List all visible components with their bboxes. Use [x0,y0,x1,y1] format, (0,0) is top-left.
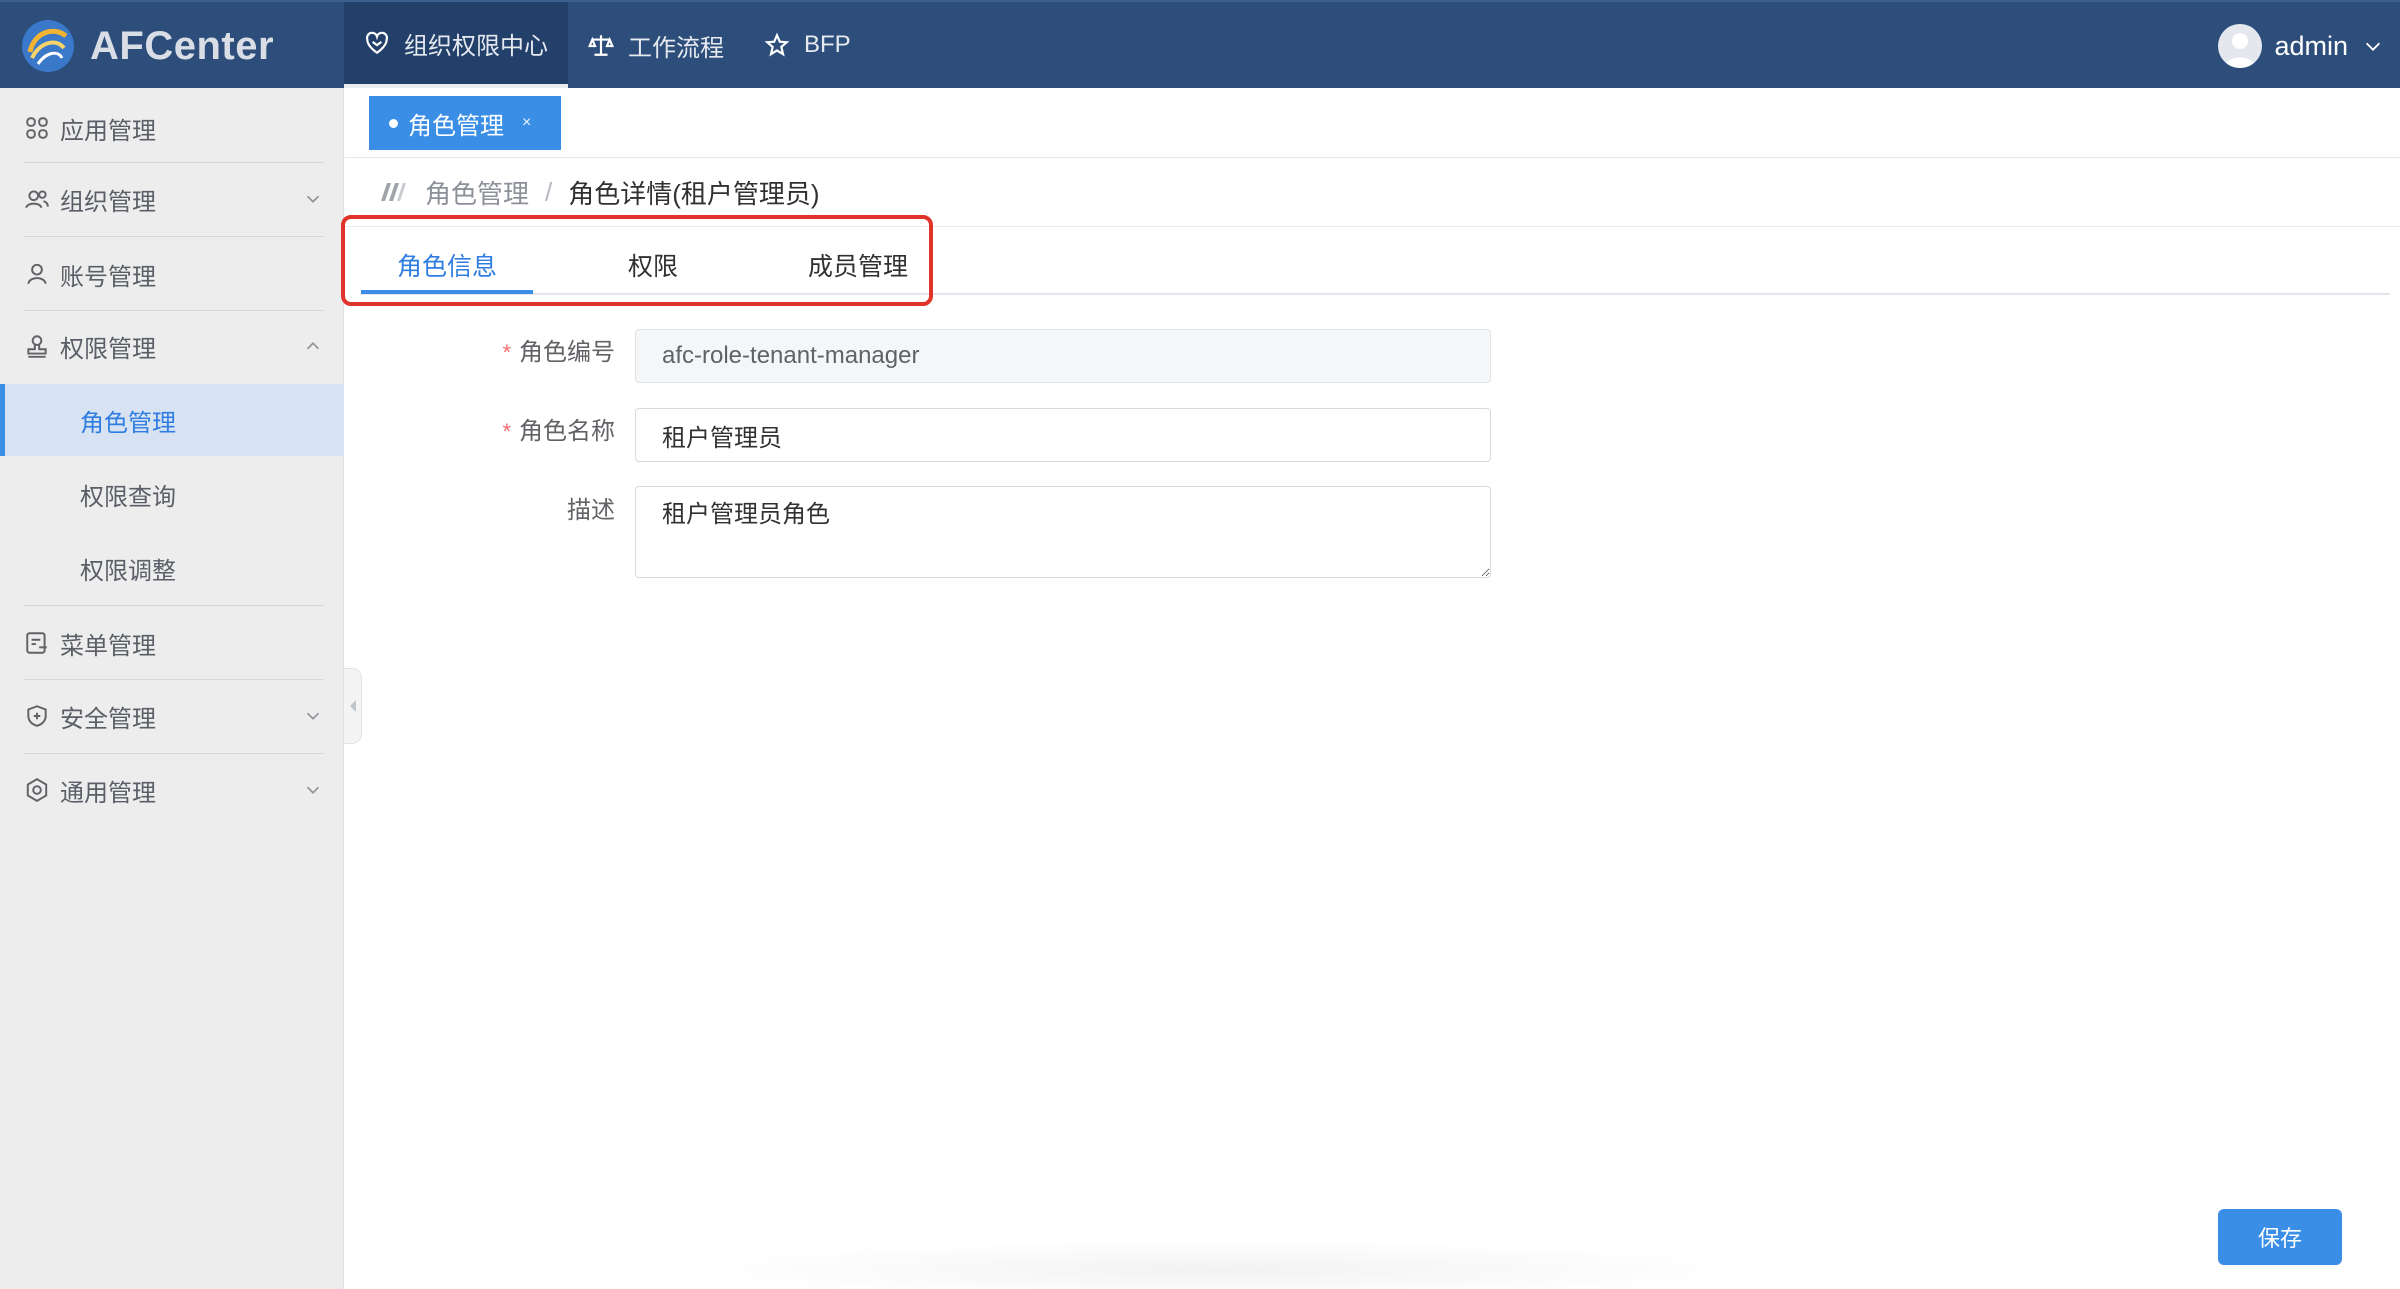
sidebar-item-security-management[interactable]: 安全管理 [24,680,324,752]
description-textarea[interactable]: 租户管理员角色 [635,486,1491,578]
breadcrumb-separator: / [545,176,553,207]
required-mark: * [502,340,511,365]
sidebar-item-org-management[interactable]: 组织管理 [24,163,324,235]
topnav-workflow[interactable]: 工作流程 [568,2,744,88]
sidebar-subitem-role-management[interactable]: 角色管理 [0,384,344,456]
role-code-label: * 角色编号 [502,339,615,366]
sidebar-item-label: 安全管理 [60,705,156,733]
role-name-input[interactable] [635,408,1491,462]
sidebar-subitem-label: 角色管理 [80,409,176,437]
role-code-input [635,329,1491,383]
heart-shield-icon [366,31,388,55]
sidebar-item-menu-management[interactable]: 菜单管理 [24,607,324,679]
sidebar-item-label: 应用管理 [60,117,156,145]
save-button[interactable]: 保存 [2218,1209,2342,1265]
sidebar-item-label: 通用管理 [60,779,156,807]
tag-role-management[interactable]: 角色管理 × [369,96,561,150]
chevron-up-icon [306,342,320,350]
scale-icon [588,35,614,56]
sidebar-item-label: 账号管理 [60,263,156,291]
sidebar-item-label: 权限管理 [60,335,156,363]
chevron-down-icon [306,786,320,794]
sidebar-collapse-handle[interactable] [344,668,362,744]
shield-plus-icon [27,705,47,727]
topnav-label: BFP [804,31,851,58]
tab-active-indicator [361,290,533,294]
apps-grid-icon [26,117,48,139]
user-avatar-icon [2224,33,2257,68]
settings-icon [26,778,48,802]
sidebar-item-general-management[interactable]: 通用管理 [24,754,324,826]
topnav-label: 工作流程 [628,34,724,62]
document-icon [26,632,47,654]
sidebar-subitem-permission-query[interactable]: 权限查询 [0,458,344,530]
user-name: admin [2274,30,2348,61]
tags-view-bar: 角色管理 × [345,88,2400,158]
required-mark: * [502,419,511,444]
tab-role-info[interactable]: 角色信息 [361,236,533,294]
sidebar-item-app-management[interactable]: 应用管理 [24,92,324,164]
sidebar-item-label: 组织管理 [60,188,156,216]
chevron-down-icon [306,712,320,720]
active-dot [389,118,398,128]
breadcrumb-link-role-management[interactable]: 角色管理 [425,174,529,211]
logo-text: AFCenter [90,23,275,68]
chevron-down-icon [306,195,320,203]
description-label: 描述 [567,497,615,524]
sidebar: 应用管理 组织管理 账号管理 权限管理 角色管理 权限查询 权限调整 菜单管理 … [0,88,344,1289]
sidebar-subitem-label: 权限调整 [80,557,176,585]
avatar [2218,24,2263,68]
users-icon [25,190,49,209]
tab-permissions[interactable]: 权限 [583,236,723,294]
star-icon [764,32,790,57]
sidebar-item-account-management[interactable]: 账号管理 [24,238,324,310]
chevron-left-icon [349,700,356,712]
chevron-down-icon [2365,42,2381,51]
top-nav: 组织权限中心 工作流程 BFP [344,2,871,88]
afcenter-logo-icon [22,20,74,72]
bottom-shadow [680,1240,1760,1289]
sidebar-item-label: 菜单管理 [60,632,156,660]
topnav-bfp[interactable]: BFP [744,2,871,88]
user-menu[interactable]: admin [2218,24,2384,68]
topnav-org-permission-center[interactable]: 组织权限中心 [344,2,568,88]
sidebar-subitem-label: 权限查询 [80,483,176,511]
divider [24,236,324,237]
app-window: AFCenter 组织权限中心 工作流程 BFP admin 应用管理 组织管理… [0,0,2400,1289]
topnav-label: 组织权限中心 [404,32,548,60]
divider [24,605,324,606]
logo[interactable]: AFCenter [20,18,274,74]
breadcrumb: 角色管理 / 角色详情(租户管理员) [377,172,820,212]
top-navigation-bar: AFCenter 组织权限中心 工作流程 BFP admin [0,0,2400,88]
tab-member-management[interactable]: 成员管理 [778,236,938,294]
sidebar-item-permission-management[interactable]: 权限管理 [24,310,324,382]
tab-label: 角色信息 [396,253,497,281]
breadcrumb-current: 角色详情(租户管理员) [568,178,820,209]
stamp-icon [27,335,47,358]
divider [345,226,2400,227]
tab-label: 权限 [627,253,678,281]
breadcrumb-icon [381,183,406,201]
sidebar-subitem-permission-adjust[interactable]: 权限调整 [0,532,344,604]
user-icon [27,263,47,285]
role-name-label: * 角色名称 [502,418,615,445]
tab-label: 成员管理 [807,253,908,281]
tag-label: 角色管理 [408,112,504,140]
close-icon[interactable]: × [522,114,531,132]
